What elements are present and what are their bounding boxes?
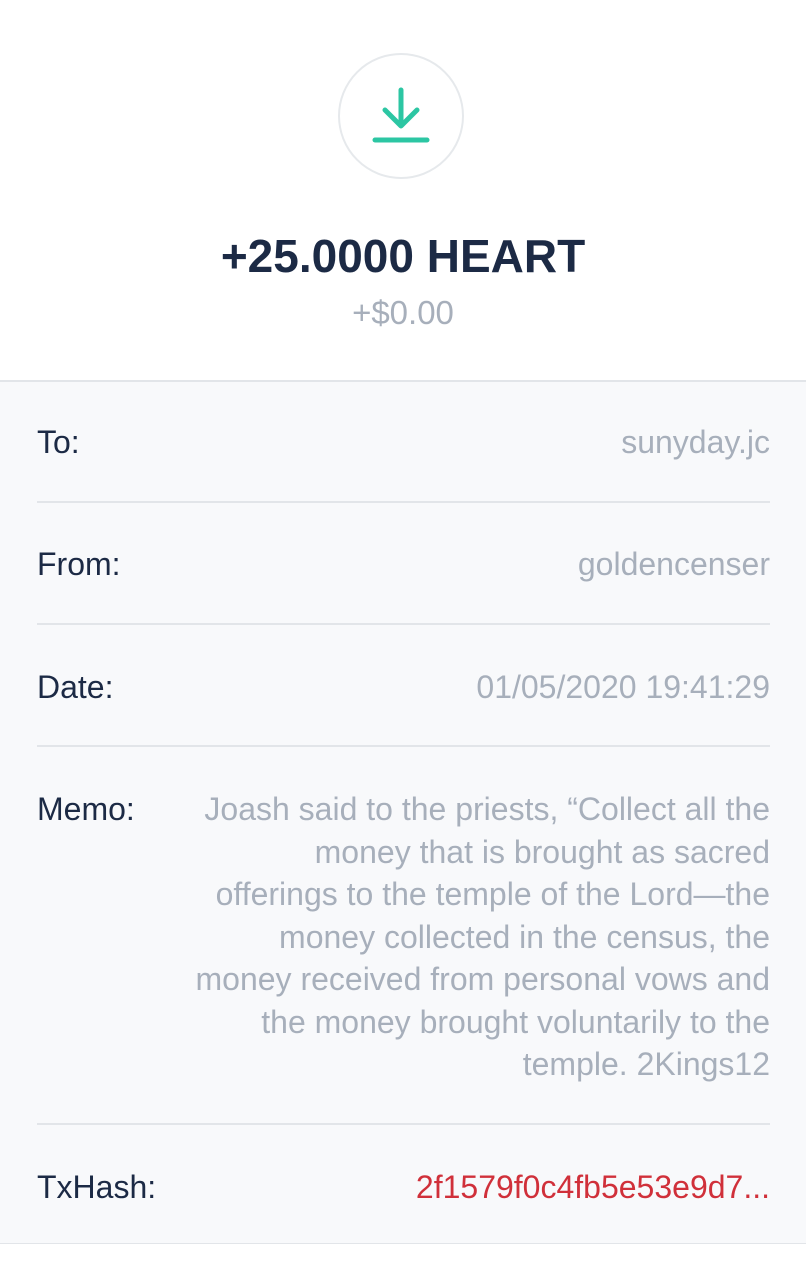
date-row: Date: 01/05/2020 19:41:29 [37,666,770,708]
txhash-row: TxHash: 2f1579f0c4fb5e53e9d7... [37,1166,770,1208]
memo-row: Memo: Joash said to the priests, “Collec… [37,788,770,1086]
divider [37,501,770,503]
txhash-link[interactable]: 2f1579f0c4fb5e53e9d7... [416,1166,770,1208]
details-panel: To: sunyday.jc From: goldencenser Date: … [0,382,806,1280]
divider [37,1123,770,1125]
memo-value: Joash said to the priests, “Collect all … [195,791,771,1082]
date-label: Date: [37,669,114,705]
bottom-area [0,1244,806,1280]
download-icon-badge [338,53,464,179]
date-value: 01/05/2020 19:41:29 [476,669,770,705]
from-row: From: goldencenser [37,543,770,585]
from-label: From: [37,546,121,582]
txhash-label: TxHash: [37,1169,157,1205]
from-value[interactable]: goldencenser [578,543,770,585]
to-label: To: [37,424,80,460]
transaction-amount: +25.0000 HEART [220,230,586,282]
transaction-detail-screen: +25.0000 HEART +$0.00 To: sunyday.jc Fro… [0,0,806,1280]
to-row: To: sunyday.jc [37,421,770,463]
transaction-header: +25.0000 HEART +$0.00 [0,0,806,380]
divider [37,623,770,625]
fiat-amount: +$0.00 [352,294,454,331]
to-value[interactable]: sunyday.jc [621,421,770,463]
download-icon [372,87,430,143]
divider [37,745,770,747]
memo-label: Memo: [37,791,135,827]
